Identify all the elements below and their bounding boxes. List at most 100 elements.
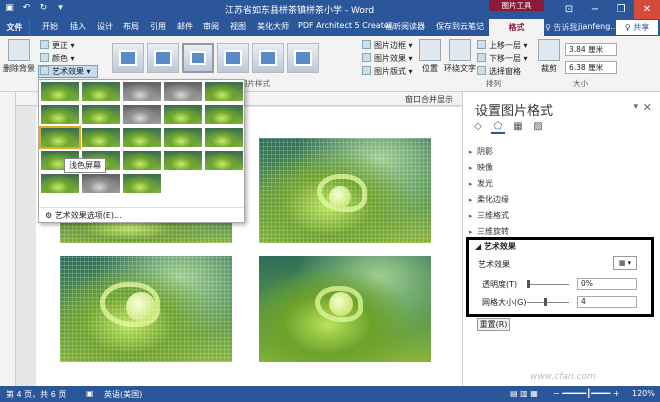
user-account[interactable]: jianfeng...: [578, 22, 618, 31]
picture-border-button[interactable]: 图片边框 ▾: [362, 40, 413, 51]
picture-style-thumb[interactable]: [217, 43, 249, 73]
language-indicator[interactable]: 英语(美国): [104, 389, 142, 400]
selection-pane-button[interactable]: 选择窗格: [477, 66, 521, 77]
art-effect-option-selected[interactable]: [39, 126, 81, 149]
zoom-level[interactable]: 120%: [632, 389, 655, 398]
height-input[interactable]: 3.84 厘米: [565, 43, 617, 56]
color-button[interactable]: 颜色 ▾: [40, 53, 75, 64]
art-effect-option[interactable]: [82, 174, 120, 193]
vertical-ruler[interactable]: [0, 92, 16, 386]
tab-references[interactable]: 引用: [150, 21, 166, 32]
art-effect-option[interactable]: [123, 174, 161, 193]
section-reflection[interactable]: ▸ 映像: [469, 162, 493, 173]
section-art-effects[interactable]: ◢ 艺术效果: [475, 241, 516, 252]
document-picture[interactable]: [259, 256, 431, 362]
art-effect-option[interactable]: [205, 82, 243, 101]
art-effect-option[interactable]: [82, 128, 120, 147]
reset-button[interactable]: 重置(R): [477, 318, 510, 331]
chevron-right-icon: ▸: [469, 228, 473, 236]
document-picture[interactable]: [60, 256, 232, 362]
picture-icon[interactable]: ▨: [531, 120, 545, 134]
position-button[interactable]: 位置: [418, 39, 442, 74]
wrap-text-button[interactable]: 环绕文字: [443, 39, 477, 74]
picture-effects-button[interactable]: 图片效果 ▾: [362, 53, 413, 64]
picture-style-thumb[interactable]: [112, 43, 144, 73]
tab-save-cloud[interactable]: 保存到云笔记: [436, 21, 484, 32]
tab-file[interactable]: 文件: [0, 19, 30, 36]
section-glow[interactable]: ▸ 发光: [469, 178, 493, 189]
tab-beautify[interactable]: 美化大师: [257, 21, 289, 32]
grid-size-input[interactable]: 4: [577, 296, 637, 308]
art-effects-options-link[interactable]: ⚙ 艺术效果选项(E)...: [39, 207, 244, 222]
art-effect-option[interactable]: [164, 151, 202, 170]
art-effect-option[interactable]: [41, 105, 79, 124]
art-effect-option[interactable]: [123, 128, 161, 147]
tab-home[interactable]: 开始: [42, 21, 58, 32]
tab-view[interactable]: 视图: [230, 21, 246, 32]
art-effects-dropdown[interactable]: ▦ ▾: [613, 256, 637, 270]
grid-size-slider-thumb[interactable]: [544, 298, 547, 306]
send-backward-button[interactable]: 下移一层 ▾: [477, 53, 528, 64]
art-effect-option[interactable]: [164, 105, 202, 124]
picture-layout-button[interactable]: 图片版式 ▾: [362, 66, 413, 77]
bring-forward-label: 上移一层 ▾: [489, 41, 528, 50]
tab-pdf-architect[interactable]: PDF Architect 5 Creator: [298, 21, 392, 30]
fill-line-icon[interactable]: ◇: [471, 120, 485, 134]
redo-icon[interactable]: ↻: [37, 2, 50, 15]
width-input[interactable]: 6.38 厘米: [565, 61, 617, 74]
art-effect-option[interactable]: [41, 174, 79, 193]
section-shadow[interactable]: ▸ 阴影: [469, 146, 493, 157]
art-effect-option[interactable]: [123, 105, 161, 124]
picture-style-thumb[interactable]: [147, 43, 179, 73]
tab-review[interactable]: 审阅: [203, 21, 219, 32]
transparency-slider-thumb[interactable]: [527, 280, 530, 288]
close-icon[interactable]: ✕: [634, 0, 660, 19]
art-effect-option[interactable]: [164, 128, 202, 147]
transparency-slider[interactable]: [527, 284, 569, 285]
tab-mailings[interactable]: 邮件: [177, 21, 193, 32]
page-count[interactable]: 第 4 页，共 6 页: [6, 389, 66, 400]
tab-layout[interactable]: 布局: [123, 21, 139, 32]
section-soft-edges[interactable]: ▸ 柔化边缘: [469, 194, 509, 205]
view-mode-icons[interactable]: ▤ ▥ ▦: [510, 389, 538, 398]
undo-icon[interactable]: ↶: [20, 2, 33, 15]
art-effect-option[interactable]: [123, 151, 161, 170]
art-effect-option[interactable]: [164, 82, 202, 101]
section-label: 发光: [477, 179, 493, 188]
layout-properties-icon[interactable]: ▦: [511, 120, 525, 134]
art-effect-option[interactable]: [41, 82, 79, 101]
save-icon[interactable]: ▣: [3, 2, 16, 15]
tab-format[interactable]: 格式: [489, 19, 544, 36]
picture-style-thumb[interactable]: [252, 43, 284, 73]
tab-insert[interactable]: 插入: [70, 21, 86, 32]
grid-size-slider[interactable]: [527, 302, 569, 303]
ribbon-display-icon[interactable]: ⊡: [556, 0, 582, 19]
minimize-icon[interactable]: −: [582, 0, 608, 19]
art-effect-option[interactable]: [205, 128, 243, 147]
tab-foxit[interactable]: 福昕阅读器: [385, 21, 425, 32]
zoom-slider[interactable]: − ━━━━━┃━━━━ +: [553, 389, 620, 398]
share-button[interactable]: ♀ 共享: [616, 20, 658, 35]
effects-icon[interactable]: ⬠: [491, 120, 505, 134]
remove-background-button[interactable]: 删除背景: [3, 39, 35, 74]
tab-design[interactable]: 设计: [97, 21, 113, 32]
section-3d-rotation[interactable]: ▸ 三维旋转: [469, 226, 509, 237]
corrections-button[interactable]: 更正 ▾: [40, 40, 75, 51]
close-icon[interactable]: ✕: [643, 101, 652, 114]
document-picture[interactable]: [259, 138, 431, 243]
restore-icon[interactable]: ❐: [608, 0, 634, 19]
art-effect-option[interactable]: [123, 82, 161, 101]
art-effect-option[interactable]: [82, 105, 120, 124]
proofing-icon[interactable]: ▣: [86, 389, 94, 398]
pane-options-icon[interactable]: ▾: [633, 102, 638, 112]
transparency-input[interactable]: 0%: [577, 278, 637, 290]
picture-style-thumb[interactable]: [287, 43, 319, 73]
picture-style-thumb[interactable]: [182, 43, 214, 73]
customize-icon[interactable]: ▾: [54, 2, 67, 15]
crop-button[interactable]: 裁剪: [537, 39, 561, 74]
art-effect-option[interactable]: [205, 151, 243, 170]
art-effect-option[interactable]: [82, 82, 120, 101]
bring-forward-button[interactable]: 上移一层 ▾: [477, 40, 528, 51]
section-3d-format[interactable]: ▸ 三维格式: [469, 210, 509, 221]
art-effect-option[interactable]: [205, 105, 243, 124]
